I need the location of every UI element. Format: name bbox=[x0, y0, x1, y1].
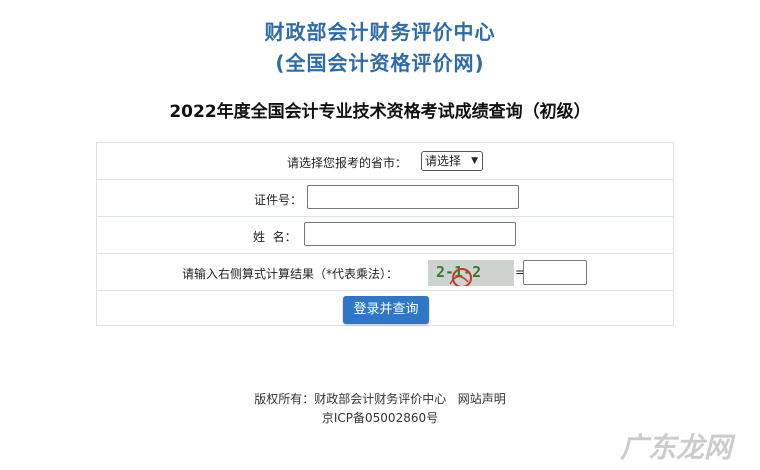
exam-title: 2022年度全国会计专业技术资格考试成绩查询（初级） bbox=[169, 102, 591, 122]
province-row: 请选择您报考的省市： 请选择 ▼ bbox=[97, 143, 673, 180]
province-select-value: 请选择 bbox=[425, 154, 462, 168]
name-row: 姓 名： bbox=[97, 217, 673, 254]
site-title-line2: (全国会计资格评价网) bbox=[275, 51, 485, 75]
copyright-text: 版权所有：财政部会计财务评价中心 bbox=[254, 392, 447, 406]
icp-number: 京ICP备05002860号 bbox=[321, 411, 439, 425]
captcha-noise-icon bbox=[449, 268, 472, 286]
captcha-row: 请输入右侧算式计算结果（*代表乘法）： 2-1-2 = bbox=[97, 254, 673, 291]
watermark: 广东龙网 bbox=[619, 431, 732, 464]
captcha-image[interactable]: 2-1-2 bbox=[428, 260, 514, 286]
captcha-label: 请输入右侧算式计算结果（*代表乘法）： bbox=[182, 267, 399, 281]
province-select[interactable]: 请选择 ▼ bbox=[421, 151, 483, 171]
province-label: 请选择您报考的省市： bbox=[287, 156, 408, 170]
name-label: 姓 名： bbox=[253, 230, 297, 244]
login-query-button[interactable]: 登录并查询 bbox=[343, 296, 429, 324]
id-row: 证件号： bbox=[97, 180, 673, 217]
submit-row: 登录并查询 bbox=[97, 291, 673, 328]
site-statement-link[interactable]: 网站声明 bbox=[458, 392, 506, 406]
id-number-input[interactable] bbox=[307, 185, 519, 209]
site-title-line1: 财政部会计财务评价中心 bbox=[264, 20, 496, 44]
captcha-answer-input[interactable] bbox=[523, 260, 587, 285]
query-form: 请选择您报考的省市： 请选择 ▼ 证件号： 姓 名： 请输入右侧算式计算结果（*… bbox=[96, 142, 674, 326]
name-input[interactable] bbox=[304, 222, 516, 246]
chevron-down-icon: ▼ bbox=[471, 156, 478, 166]
footer-copyright-line: 版权所有：财政部会计财务评价中心 网站声明 bbox=[0, 390, 760, 407]
id-label: 证件号： bbox=[254, 193, 303, 207]
